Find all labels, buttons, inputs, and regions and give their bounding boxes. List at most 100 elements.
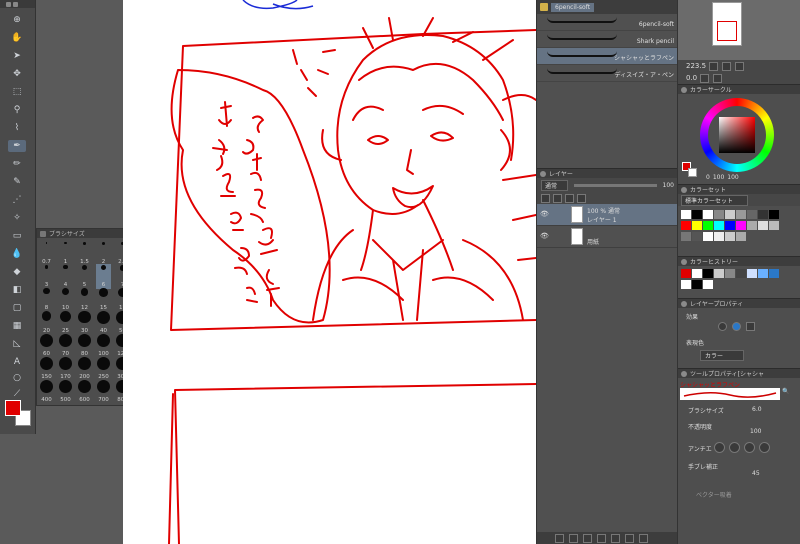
mask-icon[interactable] xyxy=(625,533,634,543)
history-swatch[interactable] xyxy=(758,269,768,278)
eraser-icon[interactable]: ▭ xyxy=(8,230,26,242)
brush-size-option[interactable]: 2 xyxy=(96,241,111,266)
brush-size-option[interactable]: 700 xyxy=(96,379,111,404)
brush-size-option[interactable]: 25 xyxy=(58,310,73,335)
zoom-icon[interactable]: ⊕ xyxy=(8,14,26,26)
brush-size-option[interactable]: 170 xyxy=(58,356,73,381)
new-raster-layer-icon[interactable] xyxy=(555,533,564,543)
color-swatch[interactable] xyxy=(681,210,691,219)
antialias-mid-icon[interactable] xyxy=(744,442,755,453)
brush-size-option[interactable]: 12 xyxy=(77,287,92,312)
antialias-strong-icon[interactable] xyxy=(759,442,770,453)
brush-size-value[interactable]: 6.0 xyxy=(752,406,762,413)
rotate-left-icon[interactable] xyxy=(700,73,710,83)
brush-item[interactable]: 6pencil-soft xyxy=(537,14,677,31)
brush-icon[interactable]: ✎ xyxy=(8,176,26,188)
operation-icon[interactable]: ➤ xyxy=(8,50,26,62)
gradient-icon[interactable]: ◧ xyxy=(8,284,26,296)
decoration-icon[interactable]: ✧ xyxy=(8,212,26,224)
new-folder-icon[interactable] xyxy=(583,533,592,543)
main-color[interactable] xyxy=(5,400,21,416)
visibility-icon[interactable]: 👁 xyxy=(540,232,549,240)
brush-size-option[interactable]: 60 xyxy=(39,333,54,358)
color-swatch[interactable] xyxy=(692,221,702,230)
brush-size-option[interactable]: 8 xyxy=(39,287,54,312)
tone-effect-icon[interactable] xyxy=(732,322,741,331)
color-swatch[interactable] xyxy=(725,221,735,230)
antialias-none-icon[interactable] xyxy=(714,442,725,453)
brush-size-option[interactable]: 500 xyxy=(58,379,73,404)
color-swatch[interactable] xyxy=(725,210,735,219)
layer-clip-icon[interactable] xyxy=(541,193,550,203)
brush-size-option[interactable]: 0.7 xyxy=(39,241,54,266)
layer-lock-icon[interactable] xyxy=(565,193,574,203)
opacity-slider[interactable] xyxy=(574,183,657,187)
color-swatch[interactable] xyxy=(703,221,713,230)
color-swatch[interactable] xyxy=(758,210,768,219)
history-swatch[interactable] xyxy=(692,269,702,278)
antialias-weak-icon[interactable] xyxy=(729,442,740,453)
color-swatch[interactable] xyxy=(769,210,779,219)
brush-size-option[interactable]: 20 xyxy=(39,310,54,335)
brush-size-option[interactable]: 400 xyxy=(39,379,54,404)
color-swatch[interactable] xyxy=(725,232,735,241)
drawing-canvas[interactable] xyxy=(123,0,536,544)
color-set-select[interactable]: 標準カラーセット xyxy=(681,194,749,206)
transfer-icon[interactable] xyxy=(597,533,606,543)
saturation-value-square[interactable] xyxy=(719,117,755,153)
brush-tab[interactable]: 6pencil-soft xyxy=(537,0,677,14)
layer-ref-icon[interactable] xyxy=(553,193,562,203)
visibility-icon[interactable]: 👁 xyxy=(540,210,549,218)
new-vector-layer-icon[interactable] xyxy=(569,533,578,543)
color-swatch[interactable] xyxy=(692,210,702,219)
color-swatch[interactable] xyxy=(681,221,691,230)
hand-icon[interactable]: ✋ xyxy=(8,32,26,44)
rotate-right-icon[interactable] xyxy=(713,73,723,83)
history-swatch[interactable] xyxy=(747,269,757,278)
pen-icon[interactable]: ✒ xyxy=(8,140,26,152)
color-indicator[interactable] xyxy=(5,400,31,426)
color-swatch[interactable] xyxy=(736,221,746,230)
brush-size-option[interactable]: 100 xyxy=(96,333,111,358)
layer-item[interactable]: 👁 100 % 通常 レイヤー 1 xyxy=(537,204,677,226)
brush-size-option[interactable]: 1 xyxy=(58,241,73,266)
zoom-out-icon[interactable] xyxy=(709,61,719,71)
delete-layer-icon[interactable] xyxy=(639,533,648,543)
blend-icon[interactable]: 💧 xyxy=(8,248,26,260)
brush-size-option[interactable]: 1.5 xyxy=(77,241,92,266)
layer-mask-icon[interactable] xyxy=(577,193,586,203)
opacity-value[interactable]: 100 xyxy=(750,428,761,435)
brush-size-option[interactable]: 15 xyxy=(96,287,111,312)
color-swatch[interactable] xyxy=(692,232,702,241)
brush-size-option[interactable]: 600 xyxy=(77,379,92,404)
text-icon[interactable]: A xyxy=(8,356,26,368)
search-icon[interactable]: 🔍 xyxy=(782,388,789,395)
brush-size-option[interactable]: 4 xyxy=(58,264,73,289)
circle-sub-color[interactable] xyxy=(688,168,697,177)
combine-icon[interactable] xyxy=(611,533,620,543)
stabilization-value[interactable]: 45 xyxy=(752,470,760,477)
layer-item[interactable]: 👁 用紙 xyxy=(537,226,677,248)
move-layer-icon[interactable]: ✥ xyxy=(8,68,26,80)
history-swatch[interactable] xyxy=(703,269,713,278)
history-swatch[interactable] xyxy=(681,269,691,278)
history-swatch[interactable] xyxy=(725,269,735,278)
pencil-icon[interactable]: ✏ xyxy=(8,158,26,170)
color-swatch[interactable] xyxy=(714,221,724,230)
history-swatch[interactable] xyxy=(736,269,746,278)
expression-color-select[interactable]: カラー xyxy=(700,350,745,361)
fill-icon[interactable]: ◆ xyxy=(8,266,26,278)
brush-size-option[interactable]: 30 xyxy=(77,310,92,335)
color-swatch[interactable] xyxy=(703,210,713,219)
frame-border-icon[interactable]: ▦ xyxy=(8,320,26,332)
history-swatch[interactable] xyxy=(681,280,691,289)
brush-size-option[interactable]: 150 xyxy=(39,356,54,381)
history-swatch[interactable] xyxy=(714,269,724,278)
color-swatch[interactable] xyxy=(736,232,746,241)
selection-icon[interactable]: ⬚ xyxy=(8,86,26,98)
brush-item[interactable]: ディスイズ・ア・ペン xyxy=(537,65,677,82)
blend-mode-select[interactable]: 通常 xyxy=(541,179,569,191)
color-swatch[interactable] xyxy=(758,221,768,230)
balloon-icon[interactable]: ○ xyxy=(8,372,26,384)
color-swatch[interactable] xyxy=(747,210,757,219)
